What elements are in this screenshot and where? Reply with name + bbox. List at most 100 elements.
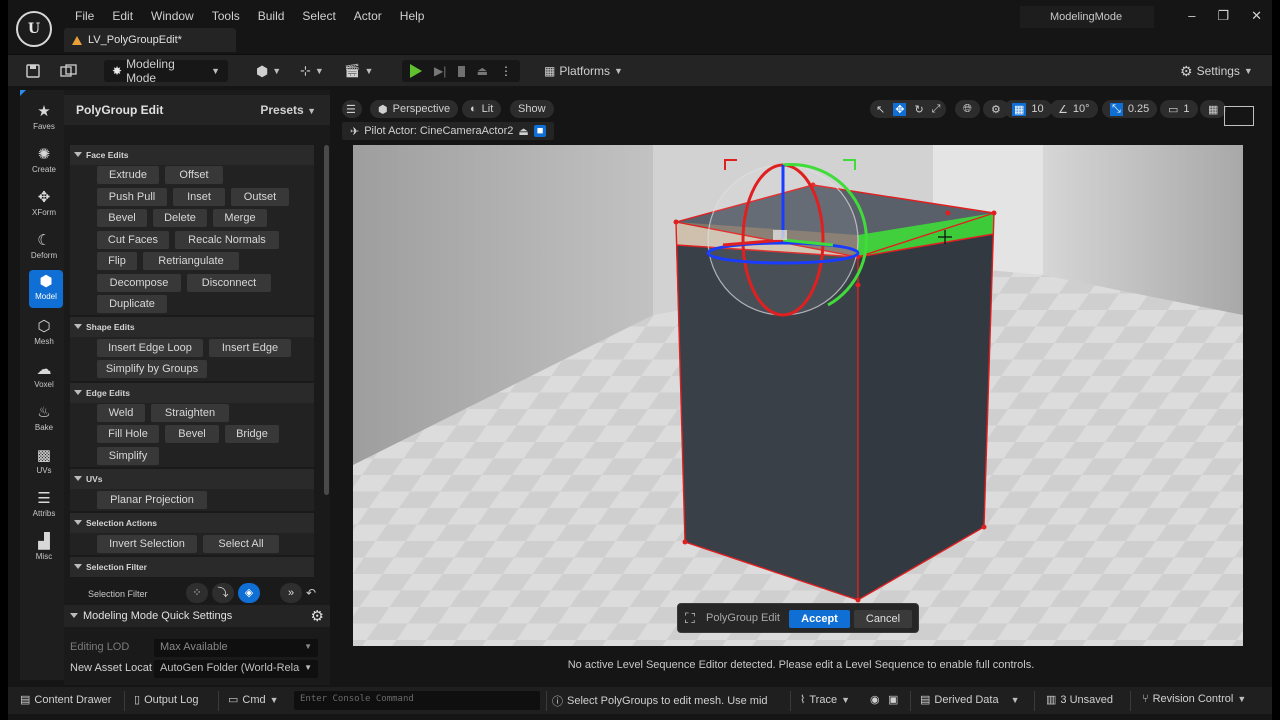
vertex-filter-icon[interactable]: ⁘ bbox=[186, 583, 208, 603]
section-face-edits[interactable]: Face Edits bbox=[70, 145, 314, 165]
face-filter-icon[interactable]: ◈ bbox=[238, 583, 260, 603]
menu-window[interactable]: Window bbox=[142, 9, 203, 23]
rotate-icon[interactable]: ↻ bbox=[914, 103, 923, 116]
extrude-button[interactable]: Extrude bbox=[97, 166, 159, 184]
weld-button[interactable]: Weld bbox=[97, 404, 145, 422]
quick-settings-header[interactable]: Modeling Mode Quick Settings ⚙ bbox=[64, 605, 330, 627]
show-button[interactable]: Show bbox=[510, 100, 554, 118]
more-icon[interactable]: ⋮ bbox=[500, 64, 512, 78]
derived-data-dropdown[interactable]: ▤ Derived Data ▼ bbox=[920, 693, 1020, 707]
eject-pilot-icon[interactable]: ⏏ bbox=[518, 125, 528, 138]
browse-level-icon[interactable] bbox=[60, 60, 78, 82]
lit-button[interactable]: ◐ Lit bbox=[462, 100, 502, 118]
palette-deform[interactable]: ☾ Deform bbox=[21, 229, 67, 267]
simplify-by-groups-button[interactable]: Simplify by Groups bbox=[97, 360, 207, 378]
screenshot-icon[interactable]: ▣ bbox=[888, 693, 898, 706]
world-local-icon[interactable]: 🌐︎ bbox=[955, 100, 980, 118]
retriangulate-button[interactable]: Retriangulate bbox=[143, 252, 239, 270]
section-shape-edits[interactable]: Shape Edits bbox=[70, 317, 314, 337]
recalc-normals-button[interactable]: Recalc Normals bbox=[175, 231, 279, 249]
scale-snap-toggle[interactable]: ⤡ 0.25 bbox=[1102, 100, 1158, 118]
palette-bake[interactable]: ♨ Bake bbox=[21, 401, 67, 439]
console-input[interactable]: Enter Console Command bbox=[294, 691, 540, 710]
cancel-button[interactable]: Cancel bbox=[854, 610, 912, 628]
palette-model[interactable]: ⬢ Model bbox=[29, 270, 63, 308]
outset-button[interactable]: Outset bbox=[231, 188, 289, 206]
straighten-button[interactable]: Straighten bbox=[151, 404, 229, 422]
rotation-snap-toggle[interactable]: ∠ 10° bbox=[1050, 100, 1098, 118]
palette-attribs[interactable]: ☰ Attribs bbox=[21, 487, 67, 525]
menu-file[interactable]: File bbox=[66, 9, 103, 23]
decompose-button[interactable]: Decompose bbox=[97, 274, 181, 292]
transform-snap-button[interactable]: ⊹ ▼ bbox=[300, 60, 324, 82]
menu-tools[interactable]: Tools bbox=[203, 9, 249, 23]
palette-uvs[interactable]: ▩ UVs bbox=[21, 444, 67, 482]
duplicate-button[interactable]: Duplicate bbox=[97, 295, 167, 313]
record-icon[interactable]: ◉ bbox=[870, 693, 880, 706]
merge-button[interactable]: Merge bbox=[213, 209, 267, 227]
edge-filter-icon[interactable]: ⤵ bbox=[212, 583, 234, 603]
section-selection-actions[interactable]: Selection Actions bbox=[70, 513, 314, 533]
menu-actor[interactable]: Actor bbox=[345, 9, 391, 23]
cmd-dropdown[interactable]: ▭ Cmd ▼ bbox=[228, 693, 279, 707]
palette-mesh[interactable]: ⬡ Mesh bbox=[21, 315, 67, 353]
scale-icon[interactable]: ⤢ bbox=[932, 103, 941, 116]
menu-select[interactable]: Select bbox=[293, 9, 344, 23]
grid-snap-toggle[interactable]: ▦ 10 bbox=[1004, 100, 1052, 118]
revision-control-dropdown[interactable]: ⑂ Revision Control ▼ bbox=[1142, 693, 1246, 705]
level-viewport[interactable] bbox=[353, 145, 1243, 646]
mode-select-dropdown[interactable]: ✸ Modeling Mode ▼ bbox=[104, 57, 228, 85]
play-icon[interactable] bbox=[410, 64, 422, 78]
stop-icon[interactable] bbox=[458, 65, 465, 77]
disconnect-button[interactable]: Disconnect bbox=[187, 274, 271, 292]
bridge-button[interactable]: Bridge bbox=[225, 425, 279, 443]
palette-misc[interactable]: ▟ Misc bbox=[21, 530, 67, 568]
save-icon[interactable] bbox=[26, 60, 40, 82]
new-asset-location-select[interactable]: AutoGen Folder (World-Rela ▼ bbox=[154, 660, 318, 678]
push-pull-button[interactable]: Push Pull bbox=[97, 188, 167, 206]
add-actor-button[interactable]: ⬢ ▼ bbox=[256, 60, 281, 82]
cinematics-button[interactable]: 🎬︎ ▼ bbox=[344, 60, 373, 82]
viewport-menu-icon[interactable]: ☰ bbox=[342, 100, 362, 118]
delete-button[interactable]: Delete bbox=[153, 209, 207, 227]
eject-icon[interactable]: ⏏ bbox=[477, 64, 488, 78]
inset-button[interactable]: Inset bbox=[173, 188, 225, 206]
flip-button[interactable]: Flip bbox=[97, 252, 137, 270]
layout-icon[interactable]: ▦ bbox=[1200, 100, 1227, 118]
section-uvs[interactable]: UVs bbox=[70, 469, 314, 489]
palette-faves[interactable]: ★ Faves bbox=[21, 100, 67, 138]
unsaved-button[interactable]: ▥ 3 Unsaved bbox=[1046, 693, 1113, 707]
fill-hole-button[interactable]: Fill Hole bbox=[97, 425, 159, 443]
section-selection-filter[interactable]: Selection Filter bbox=[70, 557, 314, 577]
menu-edit[interactable]: Edit bbox=[103, 9, 142, 23]
minimize-icon[interactable]: – bbox=[1188, 8, 1195, 24]
cut-faces-button[interactable]: Cut Faces bbox=[97, 231, 169, 249]
palette-voxel[interactable]: ☁ Voxel bbox=[21, 358, 67, 396]
section-edge-edits[interactable]: Edge Edits bbox=[70, 383, 314, 403]
camera-speed-button[interactable]: ▭ 1 bbox=[1160, 100, 1198, 118]
menu-help[interactable]: Help bbox=[391, 9, 434, 23]
viewport-layout-icon[interactable] bbox=[1224, 106, 1254, 126]
platforms-dropdown[interactable]: ▦ Platforms ▼ bbox=[544, 60, 623, 82]
restore-icon[interactable]: ❐ bbox=[1217, 8, 1229, 24]
simplify-button[interactable]: Simplify bbox=[97, 447, 159, 465]
output-log-button[interactable]: ▯ Output Log bbox=[134, 693, 199, 707]
editing-lod-select[interactable]: Max Available ▼ bbox=[154, 639, 318, 657]
settings-dropdown[interactable]: ⚙ Settings ▼ bbox=[1180, 60, 1253, 82]
perspective-button[interactable]: ⬢ Perspective bbox=[370, 100, 459, 118]
camera-icon[interactable]: ■ bbox=[533, 125, 547, 137]
translate-icon[interactable]: ✥ bbox=[893, 102, 907, 116]
select-all-button[interactable]: Select All bbox=[203, 535, 279, 553]
panel-scrollbar[interactable] bbox=[324, 145, 329, 495]
presets-dropdown[interactable]: Presets ▼ bbox=[260, 103, 316, 117]
unreal-logo-icon[interactable]: U bbox=[16, 11, 52, 47]
menu-build[interactable]: Build bbox=[249, 9, 294, 23]
insert-edge-loop-button[interactable]: Insert Edge Loop bbox=[97, 339, 203, 357]
close-icon[interactable]: ✕ bbox=[1251, 8, 1262, 24]
expand-icon[interactable]: » bbox=[280, 583, 302, 603]
step-icon[interactable]: ▶| bbox=[434, 64, 446, 78]
palette-xform[interactable]: ✥ XForm bbox=[21, 186, 67, 224]
undo-icon[interactable]: ↶ bbox=[306, 586, 316, 600]
palette-create[interactable]: ✺ Create bbox=[21, 143, 67, 181]
trace-dropdown[interactable]: ⌇ Trace ▼ bbox=[800, 693, 850, 707]
